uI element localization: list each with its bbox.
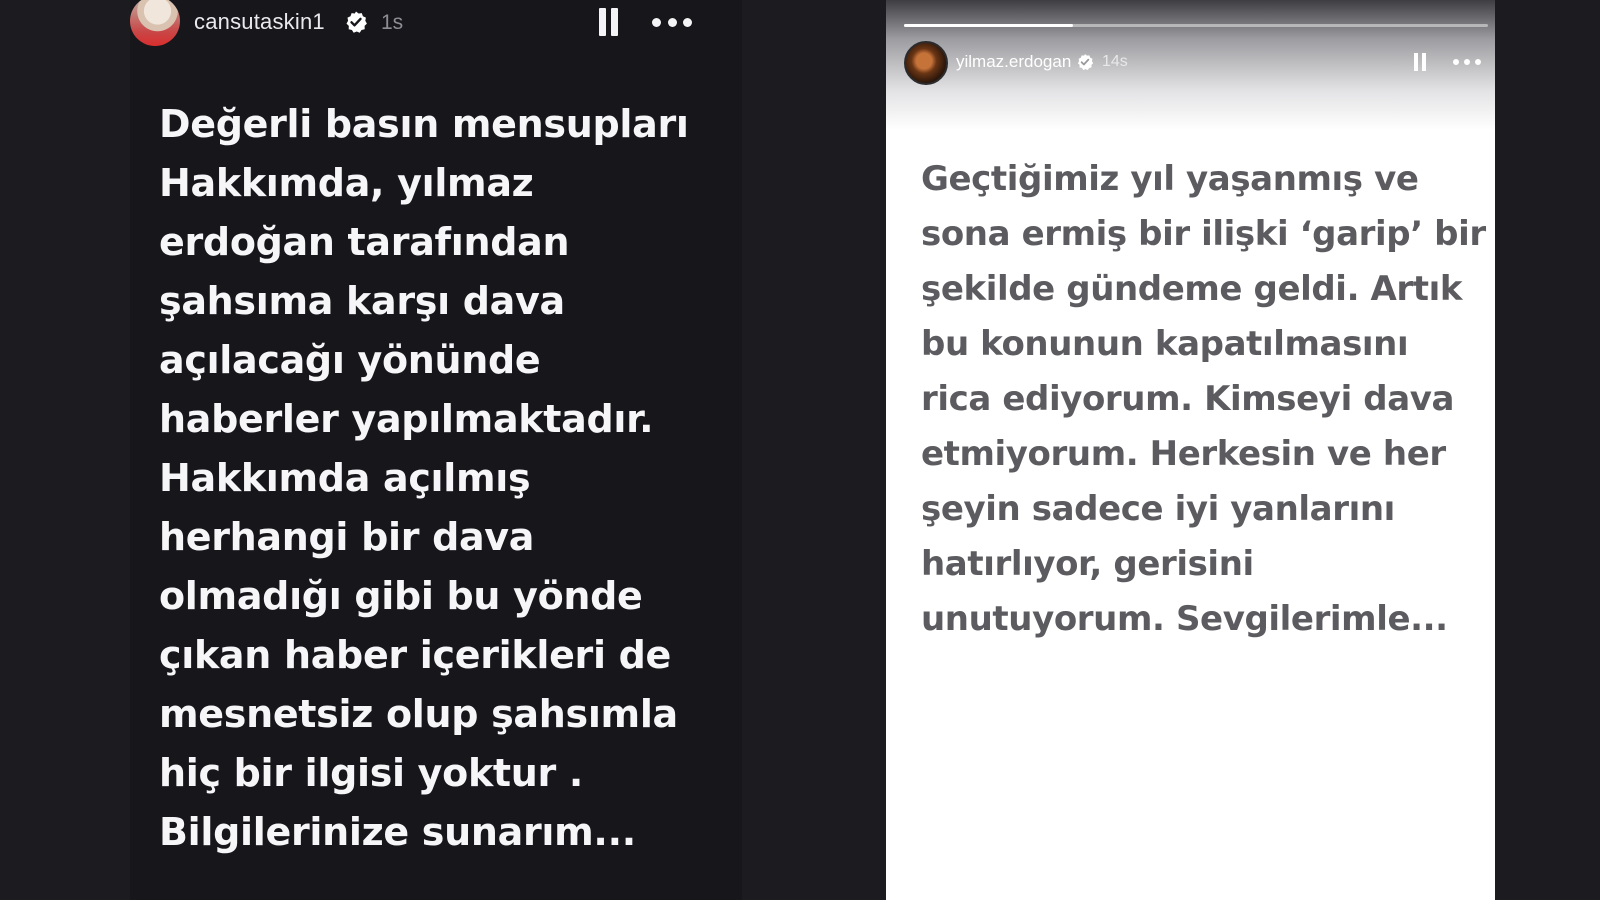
story-text-line: mesnetsiz olup şahsımla: [159, 692, 678, 736]
story-text-line: Değerli basın mensupları: [159, 102, 689, 146]
more-options-icon[interactable]: [1453, 57, 1481, 67]
story-progress-fill: [904, 24, 1073, 27]
pause-icon[interactable]: [1413, 53, 1427, 71]
story-text-line: hiç bir ilgisi yoktur .: [159, 751, 584, 795]
story-text: Geçtiğimiz yıl yaşanmış ve sona ermiş bir…: [921, 152, 1486, 647]
story-text-line: unutuyorum. Sevgilerimle...: [921, 599, 1448, 639]
story-header-left: cansutaskin1 1s: [130, 0, 742, 46]
pause-icon[interactable]: [599, 8, 621, 36]
story-text-line: bu konunun kapatılmasını: [921, 324, 1409, 364]
verified-badge-icon: [346, 11, 367, 33]
story-text-line: olmadığı gibi bu yönde: [159, 574, 643, 618]
story-right: yilmaz.erdogan 14s Geçtiğimiz yıl yaşanm…: [886, 0, 1495, 900]
story-text-line: herhangi bir dava: [159, 515, 535, 559]
story-left: cansutaskin1 1s Değerli basın mensupları…: [130, 0, 742, 900]
story-text: Değerli basın mensupları Hakkımda, yılmaz…: [159, 95, 719, 862]
timestamp: 14s: [1102, 53, 1128, 70]
avatar[interactable]: [904, 41, 948, 85]
story-text-line: Hakkımda açılmış: [159, 456, 531, 500]
story-text-line: şeyin sadece iyi yanlarını: [921, 489, 1395, 529]
story-text-line: haberler yapılmaktadır.: [159, 397, 654, 441]
username-label[interactable]: cansutaskin1: [194, 9, 325, 35]
story-text-line: rica ediyorum. Kimseyi dava: [921, 379, 1455, 419]
avatar[interactable]: [130, 0, 180, 46]
story-text-line: Geçtiğimiz yıl yaşanmış ve: [921, 159, 1419, 199]
story-text-line: açılacağı yönünde: [159, 338, 541, 382]
story-text-line: Bilgilerinize sunarım...: [159, 810, 636, 854]
story-text-line: sona ermiş bir ilişki ‘garip’ bir: [921, 214, 1486, 254]
story-text-line: hatırlıyor, gerisini: [921, 544, 1254, 584]
story-text-line: erdoğan tarafından: [159, 220, 570, 264]
timestamp: 1s: [381, 11, 404, 34]
story-progress-bar: [904, 24, 1488, 27]
story-text-line: şahsıma karşı dava: [159, 279, 565, 323]
story-text-line: etmiyorum. Herkesin ve her: [921, 434, 1446, 474]
verified-badge-icon: [1077, 54, 1094, 71]
story-text-line: Hakkımda, yılmaz: [159, 161, 534, 205]
story-text-line: şekilde gündeme geldi. Artık: [921, 269, 1463, 309]
story-text-line: çıkan haber içerikleri de: [159, 633, 672, 677]
story-comparison-page: cansutaskin1 1s Değerli basın mensupları…: [0, 0, 1600, 900]
more-options-icon[interactable]: [652, 9, 692, 35]
username-label[interactable]: yilmaz.erdogan: [956, 52, 1071, 72]
